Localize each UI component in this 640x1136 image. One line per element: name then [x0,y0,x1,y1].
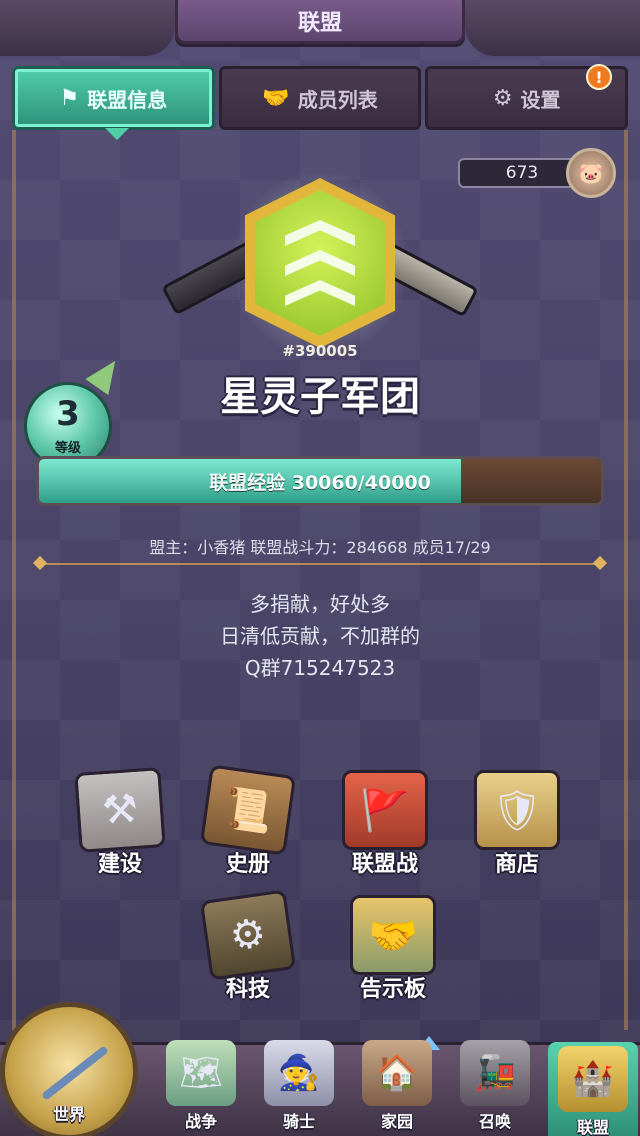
crossed-tools-icon: ⚒ [74,767,166,853]
tab-label: 成员列表 [297,87,378,112]
alert-badge: ! [586,64,612,90]
leader-label: 盟主： [149,538,198,557]
power-value: 284668 [346,538,408,557]
alliance-level: 3 [56,393,80,434]
page-title: 联盟 [175,0,465,44]
nav-summon[interactable]: 🚂 召唤 [450,1036,540,1136]
handshake-icon: 🤝 [262,85,290,111]
tab-label: 设置 [520,87,561,112]
shop-label: 商店 [494,852,539,877]
war-label: 战争 [184,1112,217,1131]
book-icon: 📜 [199,764,297,856]
leader-name: 小香猪 [197,538,246,557]
alliance-notice: 多捐献，好处多 日清低贡献，不加群的 Q群715247523 [0,588,640,684]
tech-button[interactable]: ⚙ 科技 [193,889,303,1015]
alliance-banner-icon: 🏰 [558,1046,628,1112]
tab-label: 联盟信息 [87,87,168,112]
knight-label: 骑士 [282,1112,315,1131]
bulletin-board-button[interactable]: 🤝 告示板 [338,895,448,1015]
build-button[interactable]: ⚒ 建设 [65,767,175,890]
exp-progress-bar: 联盟经验 30060/40000 [36,456,604,506]
compass-needle-icon [41,1045,109,1101]
home-label: 家园 [380,1112,413,1131]
tab-bar: ⚑ 联盟信息 🤝 成员列表 ⚙ 设置 [12,66,629,130]
nav-knight[interactable]: 🧙 骑士 [254,1036,344,1136]
bottom-navigation: 世界 🗺 战争 🧙 骑士 🏠 家园 🚂 召唤 🏰 联盟 [0,1002,640,1136]
alliance-war-button[interactable]: 🚩 联盟战 [330,770,440,890]
gear-icon: ⚙ [492,85,513,111]
level-label: 等级 [54,440,81,456]
notice-line: Q群715247523 [244,656,396,680]
war-flag-icon: 🚩 [342,770,428,850]
history-button[interactable]: 📜 史册 [193,764,303,890]
header-decoration-right [465,0,640,56]
alliance-emblem [160,170,480,370]
shop-button[interactable]: 🛡 商店 [462,770,572,890]
nav-alliance[interactable]: 🏰 联盟 [548,1042,638,1136]
alliance-label: 联盟 [576,1118,609,1136]
flag-icon: ⚑ [59,85,80,111]
members-value: 17/29 [444,538,491,557]
world-button[interactable]: 世界 [0,1002,138,1136]
tech-shield-icon: ⚙ [199,889,297,981]
header-decoration-left [0,0,175,56]
knight-icon: 🧙 [264,1040,334,1106]
notice-line: 多捐献，好处多 [250,592,390,616]
alliance-coin-icon[interactable]: 🐷 [566,148,616,198]
members-label: 成员 [412,538,445,557]
power-label: 联盟战斗力： [250,538,347,557]
notice-line: 日清低贡献，不加群的 [220,624,420,648]
handshake-icon: 🤝 [350,895,436,975]
house-icon: 🏠 [362,1040,432,1106]
bulletin-board-label: 告示板 [359,977,426,1002]
nav-war[interactable]: 🗺 战争 [156,1036,246,1136]
summon-label: 召唤 [478,1112,511,1131]
alliance-id: #390005 [282,342,358,360]
divider [40,563,600,565]
alliance-summary: 盟主：小香猪 联盟战斗力：284668 成员17/29 [0,534,640,558]
shop-crest-icon: 🛡 [474,770,560,850]
alliance-war-label: 联盟战 [351,852,418,877]
train-icon: 🚂 [460,1040,530,1106]
active-tab-pointer [105,128,129,140]
exp-text: 联盟经验 30060/40000 [209,471,431,494]
nav-home[interactable]: 🏠 家园 [352,1036,442,1136]
map-icon: 🗺 [166,1040,236,1106]
world-label: 世界 [52,1105,85,1124]
tab-member-list[interactable]: 🤝 成员列表 [218,66,422,130]
tab-alliance-info[interactable]: ⚑ 联盟信息 [12,66,215,130]
